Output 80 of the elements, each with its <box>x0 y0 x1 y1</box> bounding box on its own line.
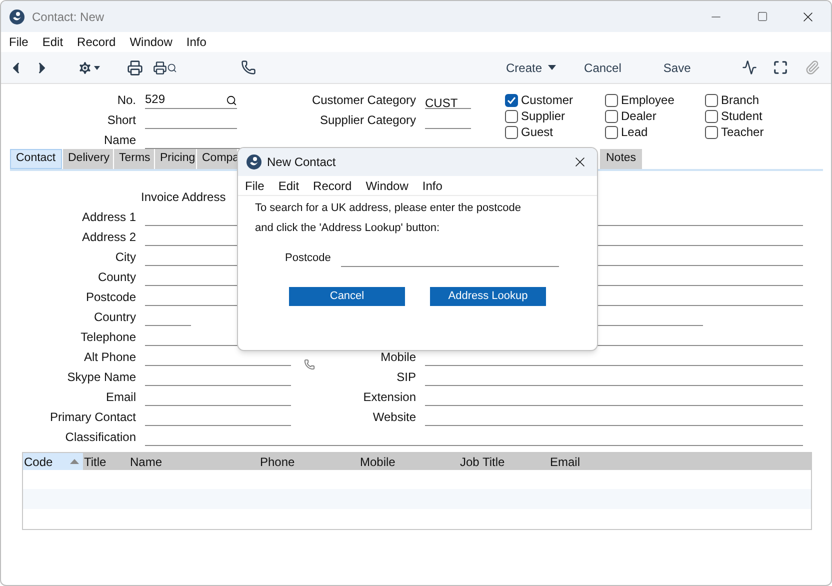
checkbox[interactable]: Customer <box>505 92 605 108</box>
menu-item[interactable]: Edit <box>278 176 300 194</box>
phone-icon[interactable] <box>304 359 315 370</box>
field-label: Supplier Category <box>318 112 416 129</box>
checkmark-icon <box>507 96 516 104</box>
field-label: Customer Category <box>310 92 416 109</box>
tab[interactable]: Terms <box>114 149 154 169</box>
field-label: Skype Name <box>66 369 136 386</box>
tab[interactable]: Delivery <box>63 149 113 169</box>
dialog-title: New Contact <box>267 154 336 171</box>
phone-icon[interactable] <box>241 60 256 75</box>
field-label: Mobile <box>380 349 416 366</box>
field-label: Country <box>92 309 136 326</box>
column-header[interactable]: Title <box>83 453 129 470</box>
create-button[interactable]: Create <box>506 58 556 76</box>
save-button[interactable]: Save <box>663 58 691 76</box>
field-label: Telephone <box>80 329 136 346</box>
checkbox[interactable]: Teacher <box>705 124 805 140</box>
field-label: County <box>96 269 136 286</box>
column-header[interactable]: Code <box>23 453 83 470</box>
column-header[interactable]: Phone <box>259 453 359 470</box>
column-header[interactable]: Name <box>129 453 259 470</box>
instruction-text: and click the 'Address Lookup' button: <box>255 221 441 236</box>
checkbox[interactable]: Supplier <box>505 108 605 124</box>
field-label: Primary Contact <box>48 409 136 426</box>
instruction-text: To search for a UK address, please enter the postcode <box>255 201 522 216</box>
cancel-button[interactable]: Cancel <box>584 58 622 76</box>
menu-item[interactable]: Info <box>186 33 206 51</box>
tab[interactable]: Contact <box>10 149 62 169</box>
print-preview-icon[interactable] <box>153 60 177 74</box>
dialog-button[interactable]: Cancel <box>289 286 405 306</box>
column-header[interactable]: Job Title <box>459 453 549 470</box>
field-label: Address 1 <box>80 209 136 226</box>
sort-ascending-icon <box>70 459 79 464</box>
menu-item[interactable]: Edit <box>42 33 64 51</box>
input-field[interactable]: 529 <box>145 94 237 109</box>
checkbox[interactable]: Dealer <box>605 108 705 124</box>
caret-icon <box>548 65 556 70</box>
input-field[interactable]: CUST <box>425 94 471 109</box>
column-header[interactable]: Email <box>549 453 629 470</box>
activity-icon[interactable] <box>742 60 757 75</box>
menu-item[interactable]: Record <box>313 176 352 194</box>
field-label: Address 2 <box>80 229 136 246</box>
app-logo-icon <box>246 154 262 170</box>
attachment-icon[interactable] <box>804 60 820 75</box>
field-label: City <box>114 249 136 266</box>
menu-item[interactable]: Window <box>366 176 408 194</box>
checkbox[interactable]: Student <box>705 108 805 124</box>
checkbox[interactable]: Employee <box>605 92 705 108</box>
fullscreen-icon[interactable] <box>772 60 788 75</box>
print-icon[interactable] <box>127 60 143 76</box>
app-logo-icon <box>9 8 25 24</box>
field-label: Email <box>104 389 136 406</box>
field-label: Classification <box>64 429 136 446</box>
menu-item[interactable]: Record <box>77 33 116 51</box>
section-heading: Invoice Address <box>141 189 227 206</box>
checkbox[interactable]: Branch <box>705 92 805 108</box>
field-label: Website <box>372 409 416 426</box>
column-header[interactable]: Mobile <box>359 453 459 470</box>
field-label: Postcode <box>285 251 331 266</box>
tab[interactable]: Pricing <box>155 149 196 169</box>
checkbox[interactable]: Guest <box>505 124 605 140</box>
field-label: SIP <box>396 369 416 386</box>
field-label: Postcode <box>84 289 136 306</box>
search-icon[interactable] <box>226 95 237 106</box>
menu-item[interactable]: File <box>245 176 264 194</box>
window-title: Contact: New <box>32 8 104 26</box>
menu-item[interactable]: Info <box>422 176 442 194</box>
field-label: Name <box>102 132 136 149</box>
field-label: Extension <box>363 389 416 406</box>
dialog-button[interactable]: Address Lookup <box>430 286 546 306</box>
menu-item[interactable]: Window <box>130 33 172 51</box>
tab[interactable]: Notes <box>600 149 642 169</box>
settings-icon[interactable] <box>77 60 101 76</box>
field-label: No. <box>116 92 136 109</box>
field-label: Alt Phone <box>82 349 136 366</box>
field-label: Short <box>106 112 136 129</box>
maximize-icon[interactable] <box>756 11 768 22</box>
menu-item[interactable]: File <box>9 33 28 51</box>
checkbox[interactable]: Lead <box>605 124 705 140</box>
